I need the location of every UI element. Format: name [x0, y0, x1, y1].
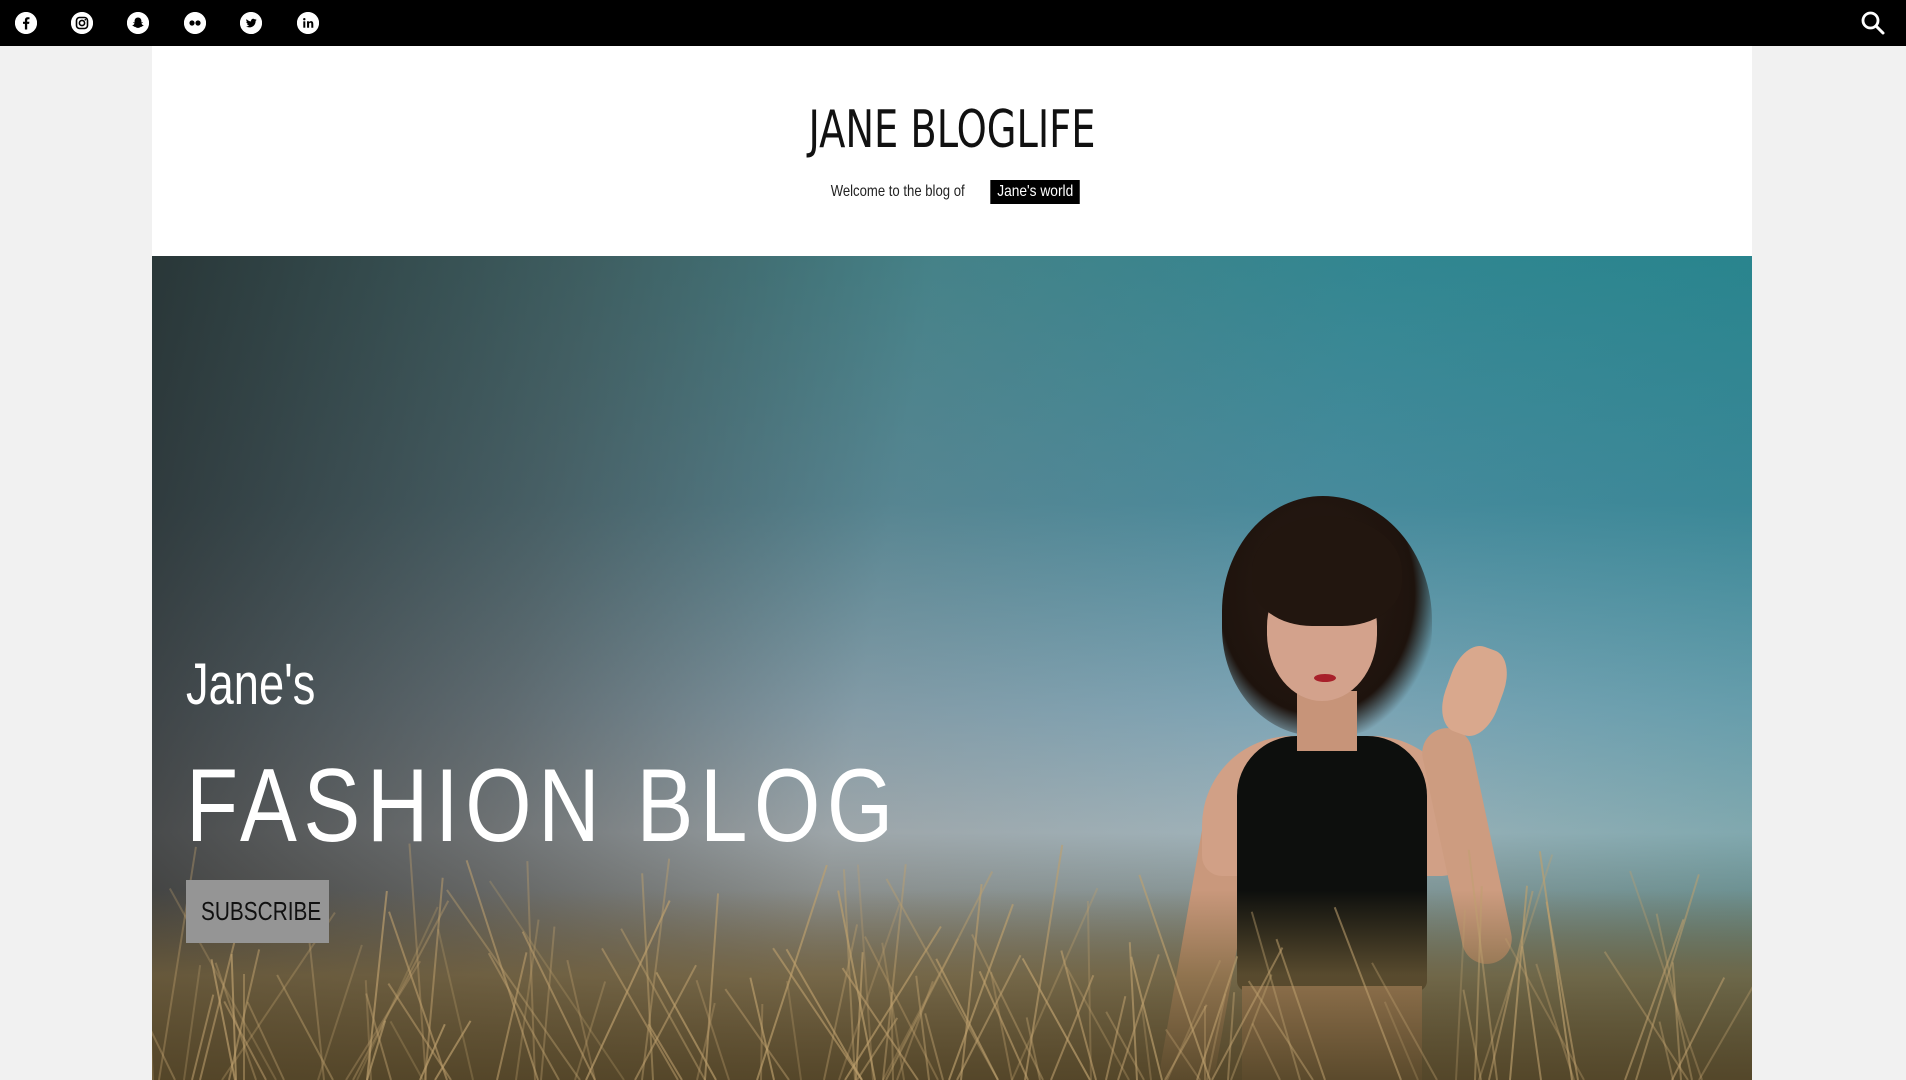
grass-blade — [1065, 966, 1130, 1080]
top-social-bar — [0, 0, 1906, 46]
grass-blade — [1462, 989, 1482, 1080]
instagram-icon[interactable] — [71, 12, 93, 34]
site-tagline: Welcome to the blog of Jane's world — [152, 180, 1752, 204]
facebook-icon[interactable] — [15, 12, 37, 34]
hero-text-block: Jane's FASHION BLOG SUBSCRIBE — [186, 656, 1056, 943]
grass-blade — [1658, 1021, 1674, 1080]
hero-subtitle: Jane's — [186, 652, 316, 717]
hero-banner: Jane's FASHION BLOG SUBSCRIBE — [152, 256, 1752, 1080]
grass-blade — [1545, 901, 1579, 1080]
grass-blade — [786, 980, 802, 1080]
grass-blade — [307, 931, 325, 1080]
twitter-icon[interactable] — [240, 12, 262, 34]
grass-blade — [437, 928, 474, 1080]
search-icon[interactable] — [1858, 8, 1888, 38]
grass-blade — [1247, 980, 1314, 1080]
tagline-badge: Jane's world — [990, 180, 1081, 204]
grass-blade — [1521, 946, 1542, 1080]
grass-blade — [243, 974, 245, 1080]
grass-blade — [276, 974, 334, 1080]
subscribe-button-label: SUBSCRIBE — [201, 896, 322, 926]
grass-blade — [1333, 906, 1402, 1080]
grass-blade — [1251, 1022, 1281, 1080]
site-title[interactable]: JANE BLOGLIFE — [296, 104, 1608, 156]
grass-blade — [1535, 963, 1575, 1080]
grass-blade — [152, 932, 154, 1080]
page-scrollbar[interactable] — [1900, 46, 1906, 1080]
site-header: JANE BLOGLIFE Welcome to the blog of Jan… — [152, 46, 1752, 256]
flickr-icon[interactable] — [184, 12, 206, 34]
tagline-text: Welcome to the blog of — [830, 183, 965, 200]
grass-blade — [1698, 902, 1752, 1080]
linkedin-icon[interactable] — [297, 12, 319, 34]
hero-title: FASHION BLOG — [186, 748, 900, 864]
grass-blade — [1117, 954, 1160, 1080]
grass-blade — [183, 964, 202, 1080]
subscribe-button[interactable]: SUBSCRIBE — [186, 880, 329, 943]
snapchat-icon[interactable] — [127, 12, 149, 34]
grass-blade — [1230, 974, 1273, 1080]
grass-blade — [1371, 962, 1438, 1080]
